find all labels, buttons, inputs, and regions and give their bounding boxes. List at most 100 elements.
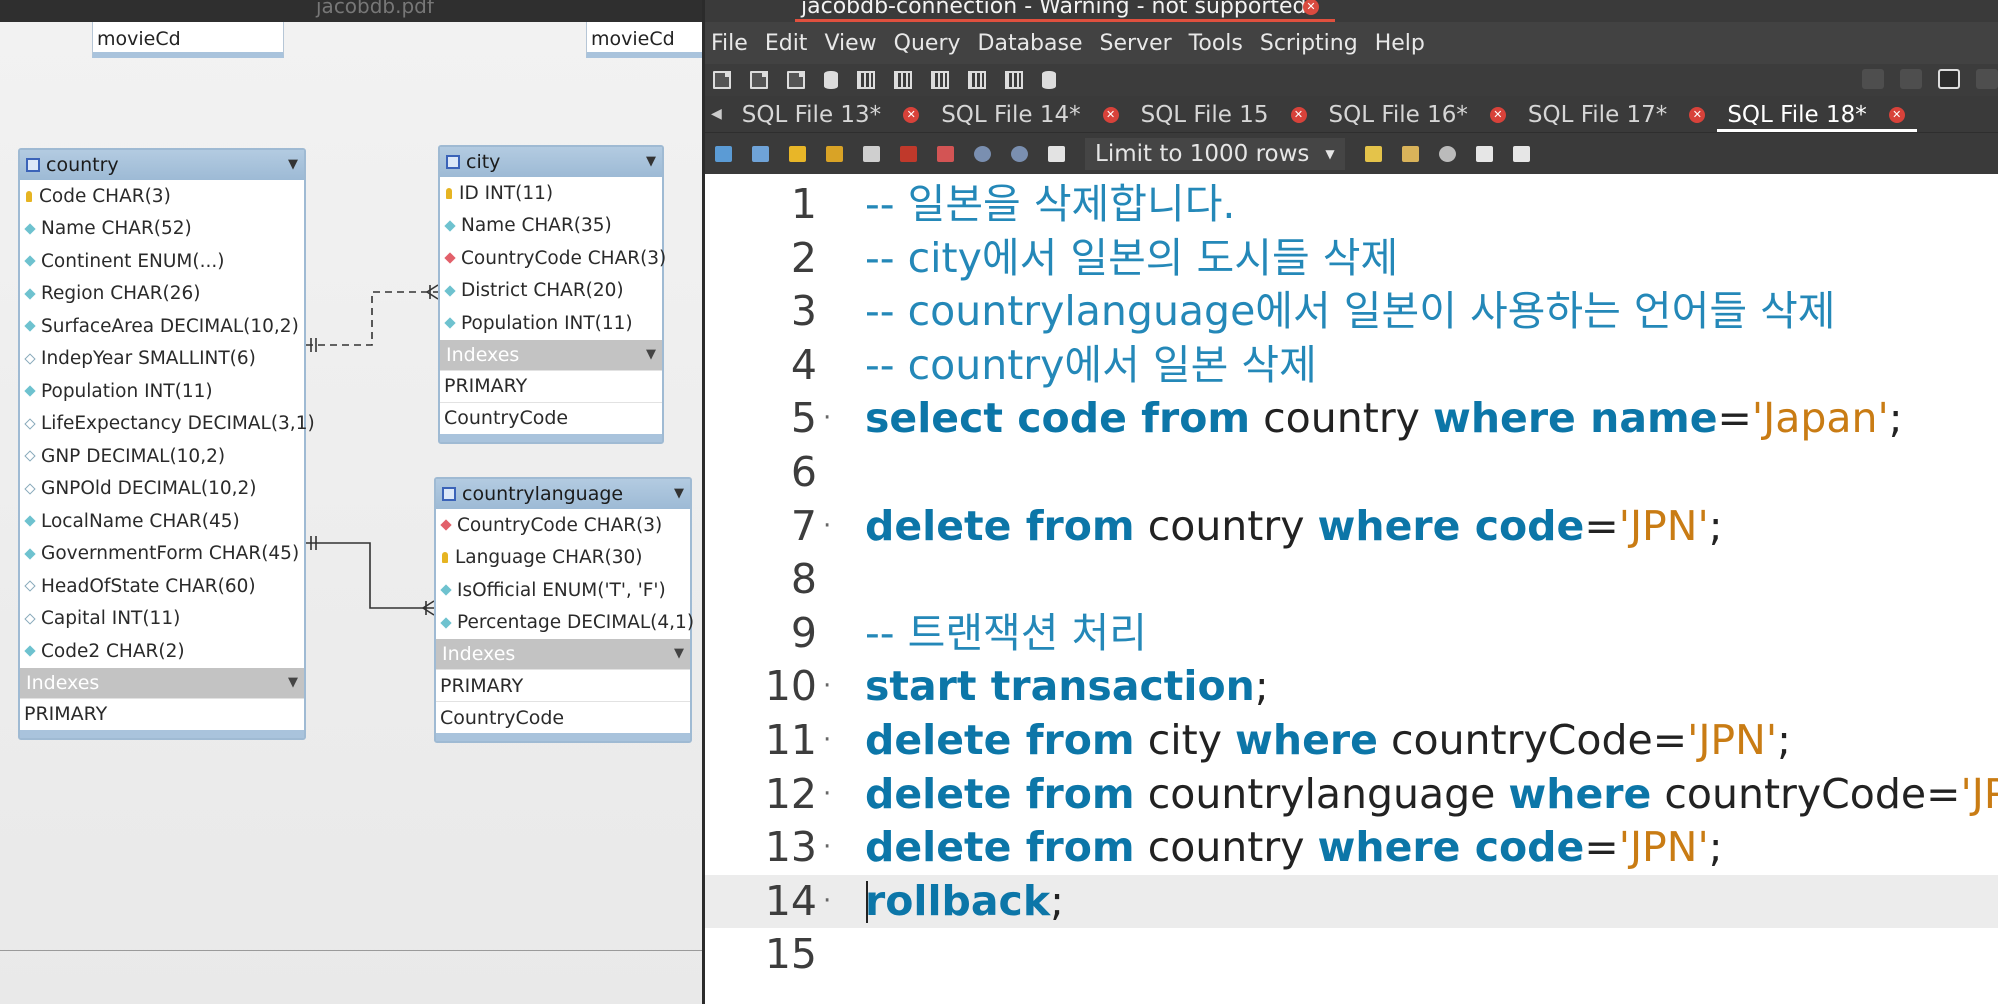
sql-editor[interactable]: 1 -- 일본을 삭제합니다. 2 -- city에서 일본의 도시들 삭제 3 -- c… xyxy=(705,178,1998,1004)
menu-edit[interactable]: Edit xyxy=(765,31,808,56)
menu-view[interactable]: View xyxy=(824,31,876,56)
column-row[interactable]: ID INT(11) xyxy=(440,177,662,210)
column-row[interactable]: GovernmentForm CHAR(45) xyxy=(20,538,304,571)
menu-query[interactable]: Query xyxy=(894,31,961,56)
close-tab-icon[interactable]: ✕ xyxy=(1888,107,1905,123)
close-connection-icon[interactable]: ✕ xyxy=(1303,0,1319,15)
settings-icon[interactable] xyxy=(1862,69,1884,89)
menu-file[interactable]: File xyxy=(711,31,748,56)
close-tab-icon[interactable]: ✕ xyxy=(1102,107,1119,123)
code-line[interactable]: 8 xyxy=(705,553,1998,607)
column-row[interactable]: CountryCode CHAR(3) xyxy=(436,509,690,542)
code-line[interactable]: 10 · start transaction; xyxy=(705,660,1998,714)
stop-icon[interactable] xyxy=(900,145,917,162)
table-header[interactable]: country ▼ xyxy=(20,150,304,180)
code-line[interactable]: 7 · delete from country where code='JPN'; xyxy=(705,500,1998,554)
er-diagram-canvas[interactable]: jacobdb.pdf movieCd movieCd country ▼ Co… xyxy=(0,0,702,1004)
column-row[interactable]: Region CHAR(26) xyxy=(20,278,304,311)
column-row[interactable]: Name CHAR(35) xyxy=(440,210,662,243)
collapse-arrow-icon[interactable]: ▼ xyxy=(646,154,656,169)
column-row[interactable]: HeadOfState CHAR(60) xyxy=(20,570,304,603)
invisible-chars-icon[interactable] xyxy=(1475,145,1493,162)
close-tab-icon[interactable]: ✕ xyxy=(1489,107,1506,123)
tab-sql-file[interactable]: SQL File 13* ✕ xyxy=(742,98,920,132)
rollback-icon[interactable] xyxy=(1011,145,1028,162)
add-snippet-icon[interactable] xyxy=(1364,145,1382,162)
index-row[interactable]: CountryCode xyxy=(440,401,662,434)
table-header[interactable]: city ▼ xyxy=(440,147,662,177)
create-table-icon[interactable] xyxy=(857,71,875,89)
beautify-icon[interactable] xyxy=(1048,145,1065,162)
index-row[interactable]: PRIMARY xyxy=(436,669,690,701)
table-city[interactable]: city ▼ ID INT(11) Name CHAR(35) CountryCod… xyxy=(438,145,666,444)
save-icon[interactable] xyxy=(752,145,769,162)
wrap-lines-icon[interactable] xyxy=(1512,145,1530,162)
column-row[interactable]: Population INT(11) xyxy=(20,375,304,408)
toggle-secondary-sidebar-icon[interactable] xyxy=(1976,69,1998,89)
collapse-arrow-icon[interactable]: ▼ xyxy=(674,646,684,661)
collapse-arrow-icon[interactable]: ▼ xyxy=(674,486,684,501)
open-inspector-icon[interactable] xyxy=(787,71,805,89)
search-table-data-icon[interactable] xyxy=(1005,71,1023,89)
column-row[interactable]: Continent ENUM(...) xyxy=(20,245,304,278)
column-row[interactable]: Name CHAR(52) xyxy=(20,213,304,246)
indexes-header[interactable]: Indexes ▼ xyxy=(440,339,662,370)
code-line[interactable]: 11 · delete from city where countryCode='J… xyxy=(705,714,1998,768)
column-row[interactable]: GNPOld DECIMAL(10,2) xyxy=(20,473,304,506)
code-line[interactable]: 12 · delete from countrylanguage where cou… xyxy=(705,768,1998,822)
limit-rows-select[interactable]: Limit to 1000 rows ▼ xyxy=(1085,137,1345,170)
column-row[interactable]: CountryCode CHAR(3) xyxy=(440,242,666,275)
column-row[interactable]: Code CHAR(3) xyxy=(20,180,304,213)
menu-scripting[interactable]: Scripting xyxy=(1260,31,1358,56)
code-line[interactable]: 15 xyxy=(705,928,1998,982)
table-countrylanguage[interactable]: countrylanguage ▼ CountryCode CHAR(3) Lan… xyxy=(434,477,694,743)
column-row[interactable]: LifeExpectancy DECIMAL(3,1) xyxy=(20,408,315,441)
code-line[interactable]: 14 · rollback; xyxy=(705,874,1998,929)
column-row[interactable]: Code2 CHAR(2) xyxy=(20,635,304,668)
execute-current-statement-icon[interactable] xyxy=(826,145,843,162)
code-line[interactable]: 4 -- country에서 일본 삭제 xyxy=(705,339,1998,393)
open-file-icon[interactable] xyxy=(715,145,732,162)
toggle-sidebar-icon[interactable] xyxy=(1900,69,1922,89)
table-country[interactable]: country ▼ Code CHAR(3) Name CHAR(52) Conti… xyxy=(18,148,315,740)
close-tab-icon[interactable]: ✕ xyxy=(1290,107,1307,123)
column-row[interactable]: IsOfficial ENUM('T', 'F') xyxy=(436,574,690,607)
code-line[interactable]: 6 xyxy=(705,446,1998,500)
code-line[interactable]: 9 -- 트랜잭션 처리 xyxy=(705,607,1998,661)
collapse-arrow-icon[interactable]: ▼ xyxy=(288,675,298,690)
column-row[interactable]: Language CHAR(30) xyxy=(436,542,690,575)
code-line[interactable]: 13 · delete from country where code='JPN'; xyxy=(705,821,1998,875)
find-icon[interactable] xyxy=(1438,145,1456,162)
indexes-header[interactable]: Indexes ▼ xyxy=(436,639,690,669)
index-row[interactable]: CountryCode xyxy=(436,701,690,733)
tab-sql-file[interactable]: SQL File 18* ✕ xyxy=(1717,98,1918,132)
indexes-header[interactable]: Indexes ▼ xyxy=(20,667,304,698)
column-row[interactable]: Capital INT(11) xyxy=(20,603,304,636)
column-row[interactable]: Population INT(11) xyxy=(440,307,662,340)
code-line[interactable]: 5 · select code from country where name='J… xyxy=(705,392,1998,446)
menu-tools[interactable]: Tools xyxy=(1189,31,1243,56)
create-schema-icon[interactable] xyxy=(824,71,838,89)
toggle-output-icon[interactable] xyxy=(1938,69,1960,89)
toggle-autocommit-icon[interactable] xyxy=(937,145,954,162)
code-line[interactable]: 1 -- 일본을 삭제합니다. xyxy=(705,178,1998,232)
column-row[interactable]: District CHAR(20) xyxy=(440,275,662,308)
tab-sql-file[interactable]: SQL File 14* ✕ xyxy=(941,98,1119,132)
tab-scroll-left-icon[interactable]: ◀ xyxy=(711,106,722,122)
column-row[interactable]: LocalName CHAR(45) xyxy=(20,505,304,538)
column-row[interactable]: SurfaceArea DECIMAL(10,2) xyxy=(20,310,304,343)
beautify-query-icon[interactable] xyxy=(1401,145,1419,162)
execute-icon[interactable] xyxy=(789,145,806,162)
menu-database[interactable]: Database xyxy=(978,31,1083,56)
tab-sql-file[interactable]: SQL File 17* ✕ xyxy=(1528,98,1706,132)
close-tab-icon[interactable]: ✕ xyxy=(1689,107,1706,123)
tab-sql-file[interactable]: SQL File 15 ✕ xyxy=(1141,98,1307,132)
code-line[interactable]: 3 -- countrylanguage에서 일본이 사용하는 언어들 삭제 xyxy=(705,285,1998,339)
index-row[interactable]: PRIMARY xyxy=(440,369,662,402)
tab-sql-file[interactable]: SQL File 16* ✕ xyxy=(1329,98,1506,132)
create-view-icon[interactable] xyxy=(894,71,912,89)
menu-help[interactable]: Help xyxy=(1375,31,1425,56)
reconnect-icon[interactable] xyxy=(1042,71,1056,89)
column-row[interactable]: IndepYear SMALLINT(6) xyxy=(20,343,304,376)
create-procedure-icon[interactable] xyxy=(931,71,949,89)
